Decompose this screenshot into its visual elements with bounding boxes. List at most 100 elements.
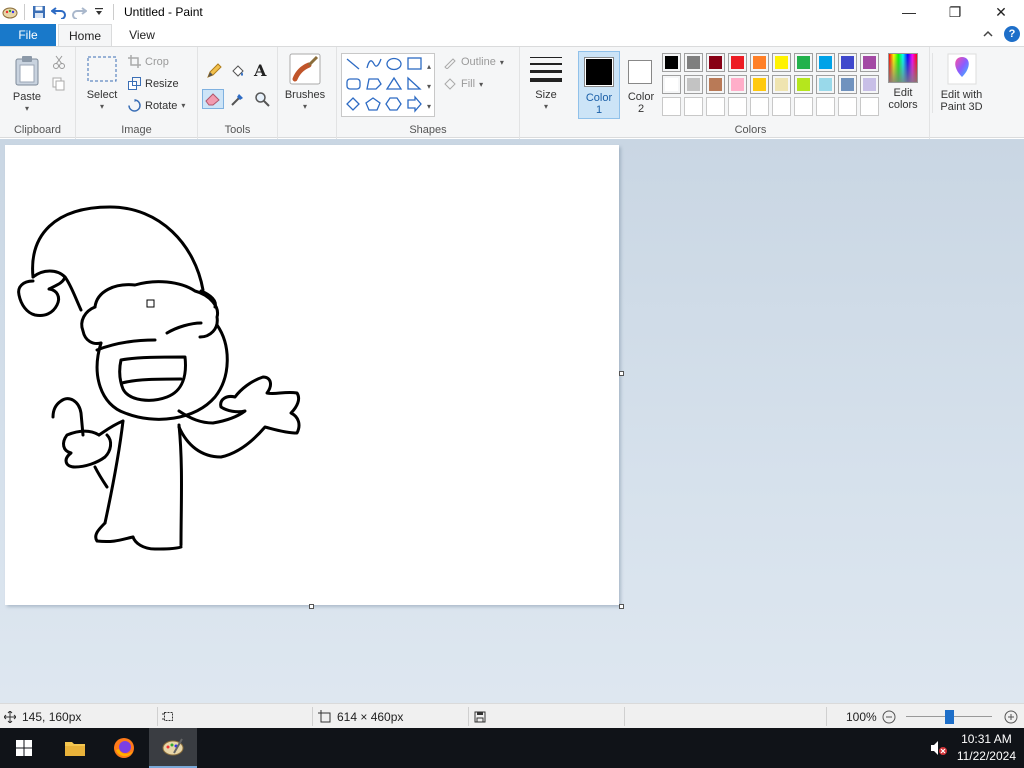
shapes-gallery <box>341 53 435 117</box>
magnifier-icon[interactable] <box>254 91 270 110</box>
color-swatch[interactable] <box>772 53 791 72</box>
hexagon-shape-icon[interactable] <box>385 97 402 111</box>
polygon-shape-icon[interactable] <box>366 78 382 90</box>
empty-color-swatch[interactable] <box>860 97 879 116</box>
empty-color-swatch[interactable] <box>816 97 835 116</box>
text-tool-icon[interactable]: A <box>254 61 266 80</box>
empty-color-swatch[interactable] <box>772 97 791 116</box>
file-explorer-button[interactable] <box>51 728 99 768</box>
copy-icon[interactable] <box>52 77 66 94</box>
system-clock[interactable]: 10:31 AM 11/22/2024 <box>957 731 1016 765</box>
canvas-size: 614 × 460px <box>318 704 403 729</box>
rounded-rectangle-shape-icon[interactable] <box>346 78 361 90</box>
help-icon[interactable]: ? <box>1004 26 1020 42</box>
right-arrow-shape-icon[interactable] <box>407 95 422 113</box>
start-button[interactable] <box>0 728 48 768</box>
color-swatch[interactable] <box>728 75 747 94</box>
color-picker-icon[interactable] <box>230 91 246 110</box>
save-icon[interactable] <box>29 2 49 22</box>
color-swatch[interactable] <box>816 53 835 72</box>
oval-shape-icon[interactable] <box>386 57 402 71</box>
color-swatch[interactable] <box>662 75 681 94</box>
shapes-group-label: Shapes <box>409 124 447 136</box>
tab-home[interactable]: Home <box>58 24 112 46</box>
rectangle-shape-icon[interactable] <box>407 57 422 70</box>
color-swatch[interactable] <box>860 75 879 94</box>
color-swatch[interactable] <box>750 75 769 94</box>
drawing-canvas[interactable] <box>5 145 619 605</box>
maximize-button[interactable]: ❐ <box>932 0 978 24</box>
paint-taskbar-button[interactable] <box>149 728 197 768</box>
fill-button[interactable]: Fill ▾ <box>443 77 483 91</box>
color-swatch[interactable] <box>816 75 835 94</box>
cut-icon[interactable] <box>52 55 66 72</box>
color-swatch[interactable] <box>684 53 703 72</box>
customize-toolbar-icon[interactable] <box>89 2 109 22</box>
zoom-out-button[interactable] <box>882 704 896 729</box>
colors-group: Colors <box>572 47 930 139</box>
select-button[interactable]: Select ▾ <box>82 55 122 113</box>
right-triangle-shape-icon[interactable] <box>407 76 422 90</box>
color-swatch[interactable] <box>662 53 681 72</box>
edit-with-paint3d-button[interactable]: Edit with Paint 3D <box>932 53 990 113</box>
empty-color-swatch[interactable] <box>838 97 857 116</box>
image-group: Select ▾ Crop Resize Rotate ▾ Image <box>76 47 198 139</box>
firefox-button[interactable] <box>100 728 148 768</box>
empty-color-swatch[interactable] <box>684 97 703 116</box>
help-area: ? <box>982 26 1020 42</box>
shapes-scroll[interactable]: ▴ ▾ ▾ <box>427 57 431 117</box>
fill-bucket-icon[interactable] <box>230 63 246 82</box>
color-swatch[interactable] <box>838 75 857 94</box>
empty-color-swatch[interactable] <box>706 97 725 116</box>
color-swatch[interactable] <box>750 53 769 72</box>
empty-color-swatch[interactable] <box>728 97 747 116</box>
redo-icon[interactable] <box>69 2 89 22</box>
paint-app-icon[interactable] <box>0 2 20 22</box>
zoom-slider-thumb[interactable] <box>945 710 954 724</box>
line-shape-icon[interactable] <box>346 58 360 70</box>
undo-icon[interactable] <box>49 2 69 22</box>
rotate-label: Rotate <box>145 99 178 112</box>
edit-colors-button[interactable]: Edit colors <box>880 53 926 111</box>
canvas-resize-handle-right[interactable] <box>619 371 624 376</box>
brushes-button[interactable]: Brushes ▾ <box>282 53 328 113</box>
pentagon-shape-icon[interactable] <box>365 97 381 111</box>
select-icon <box>87 56 117 82</box>
color-swatch[interactable] <box>772 75 791 94</box>
curve-shape-icon[interactable] <box>366 58 382 69</box>
clipboard-group: Paste ▾ Clipboard <box>0 47 76 139</box>
eraser-icon[interactable] <box>202 89 224 109</box>
tab-file[interactable]: File <box>0 24 56 46</box>
window-title: Untitled - Paint <box>124 5 203 19</box>
crop-button[interactable]: Crop <box>128 55 169 68</box>
color-swatch[interactable] <box>794 53 813 72</box>
color-swatch[interactable] <box>728 53 747 72</box>
minimize-button[interactable]: — <box>886 0 932 24</box>
empty-color-swatch[interactable] <box>662 97 681 116</box>
zoom-in-button[interactable] <box>1004 704 1018 729</box>
resize-button[interactable]: Resize <box>128 77 179 90</box>
chevron-down-icon: ▾ <box>302 102 307 111</box>
size-button[interactable]: Size ▾ <box>526 55 566 113</box>
volume-muted-icon[interactable] <box>930 740 948 759</box>
rotate-button[interactable]: Rotate ▾ <box>128 99 185 112</box>
color-swatch[interactable] <box>838 53 857 72</box>
collapse-ribbon-icon[interactable] <box>982 28 994 40</box>
canvas-resize-handle-corner[interactable] <box>619 604 624 609</box>
outline-button[interactable]: Outline ▾ <box>443 55 504 69</box>
color-swatch[interactable] <box>706 75 725 94</box>
triangle-shape-icon[interactable] <box>385 76 403 90</box>
color-swatch[interactable] <box>860 53 879 72</box>
pencil-icon[interactable] <box>206 63 222 82</box>
color-swatch[interactable] <box>706 53 725 72</box>
color-swatch[interactable] <box>684 75 703 94</box>
paste-button[interactable]: Paste ▾ <box>6 55 48 115</box>
close-button[interactable]: ✕ <box>978 0 1024 24</box>
empty-color-swatch[interactable] <box>750 97 769 116</box>
tab-view[interactable]: View <box>116 24 168 46</box>
diamond-shape-icon[interactable] <box>346 97 360 111</box>
divider <box>312 707 313 726</box>
color-swatch[interactable] <box>794 75 813 94</box>
canvas-resize-handle-bottom[interactable] <box>309 604 314 609</box>
empty-color-swatch[interactable] <box>794 97 813 116</box>
